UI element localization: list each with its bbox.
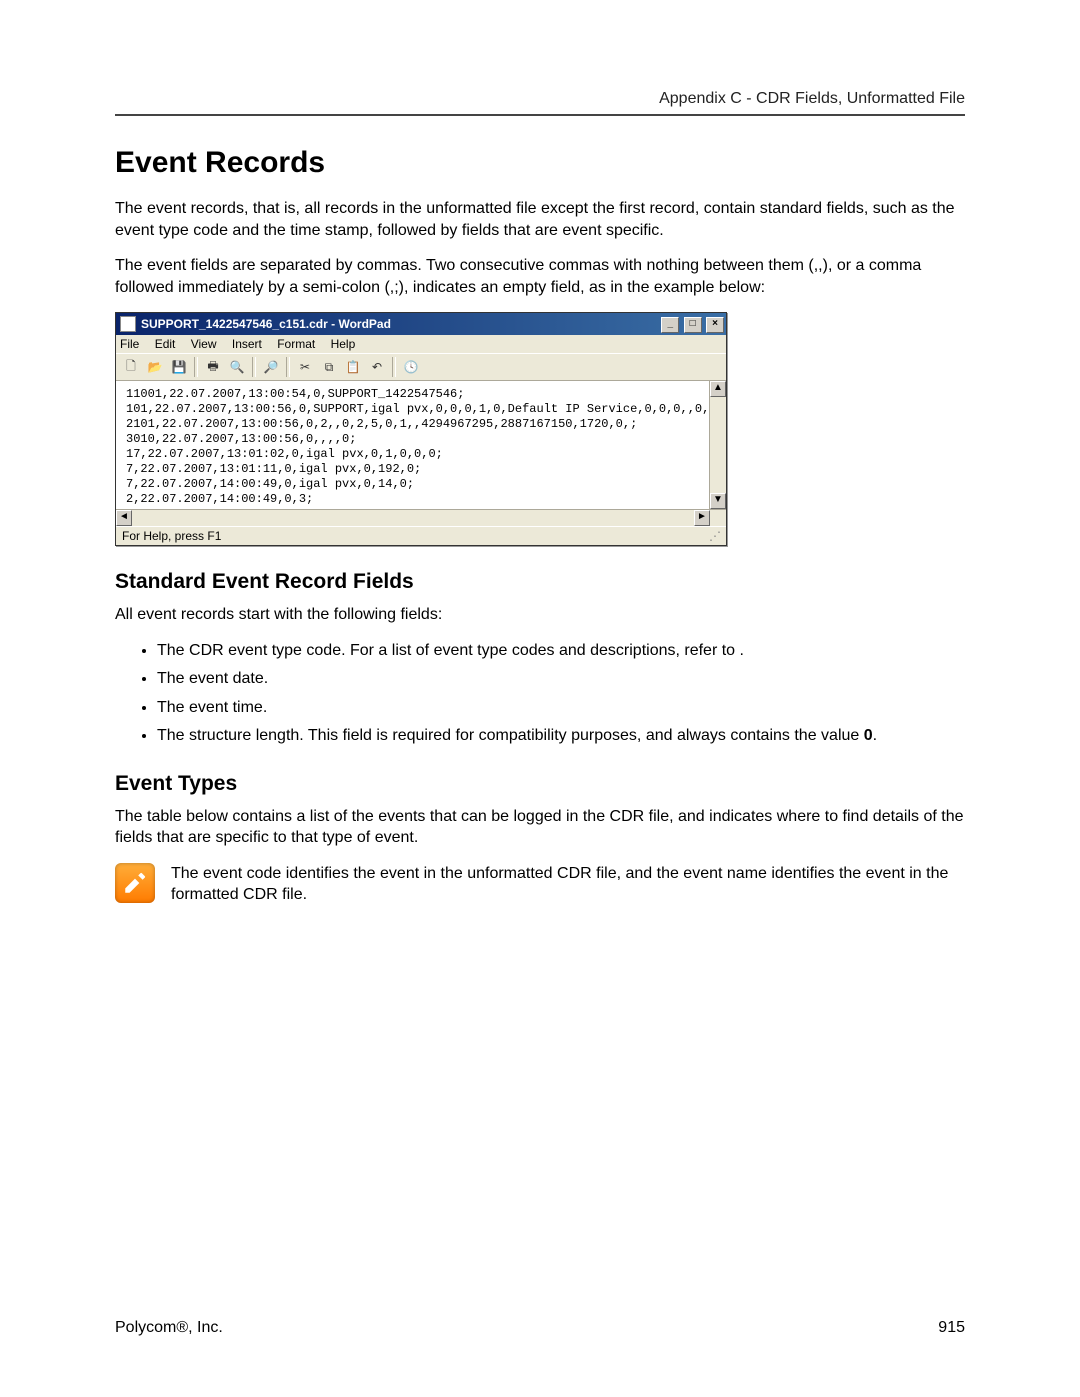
- print-icon[interactable]: 🖶: [202, 356, 224, 378]
- scroll-left-icon[interactable]: ◄: [116, 510, 132, 526]
- section-standard-fields-heading: Standard Event Record Fields: [115, 570, 965, 594]
- menu-edit[interactable]: Edit: [155, 337, 176, 351]
- list-item-text: The structure length. This field is requ…: [157, 727, 877, 744]
- menu-help[interactable]: Help: [331, 337, 356, 351]
- note-callout: The event code identifies the event in t…: [115, 863, 965, 906]
- undo-icon[interactable]: ↶: [366, 356, 388, 378]
- cut-icon[interactable]: ✂: [294, 356, 316, 378]
- section-standard-fields-intro: All event records start with the followi…: [115, 604, 965, 626]
- page-footer: Polycom®, Inc. 915: [115, 1319, 965, 1337]
- open-icon[interactable]: 📂: [144, 356, 166, 378]
- find-icon[interactable]: 🔎: [260, 356, 282, 378]
- wordpad-text-area[interactable]: 11001,22.07.2007,13:00:54,0,SUPPORT_1422…: [116, 381, 726, 509]
- footer-page-number: 915: [938, 1319, 965, 1337]
- wordpad-app-icon: [120, 316, 136, 332]
- toolbar-separator: [286, 357, 290, 377]
- window-minimize-button[interactable]: _: [661, 317, 679, 333]
- paste-icon[interactable]: 📋: [342, 356, 364, 378]
- datetime-icon[interactable]: 🕓: [400, 356, 422, 378]
- section-event-types-heading: Event Types: [115, 772, 965, 796]
- toolbar-separator: [392, 357, 396, 377]
- menu-insert[interactable]: Insert: [232, 337, 262, 351]
- page-title: Event Records: [115, 146, 965, 180]
- header-divider: [115, 114, 965, 116]
- vertical-scrollbar[interactable]: ▲ ▼: [709, 381, 726, 509]
- menu-file[interactable]: File: [120, 337, 139, 351]
- window-maximize-button[interactable]: □: [684, 317, 702, 333]
- wordpad-title-text: SUPPORT_1422547546_c151.cdr - WordPad: [141, 317, 660, 331]
- note-icon: [115, 863, 155, 903]
- list-item: The event time.: [157, 697, 965, 719]
- wordpad-titlebar: SUPPORT_1422547546_c151.cdr - WordPad _ …: [116, 313, 726, 335]
- print-preview-icon[interactable]: 🔍: [226, 356, 248, 378]
- new-icon[interactable]: 🗋: [120, 356, 142, 378]
- section-event-types-intro: The table below contains a list of the e…: [115, 806, 965, 849]
- intro-para-2: The event fields are separated by commas…: [115, 255, 965, 298]
- note-text: The event code identifies the event in t…: [171, 863, 965, 906]
- wordpad-toolbar: 🗋 📂 💾 🖶 🔍 🔎 ✂ ⧉ 📋 ↶ 🕓: [116, 353, 726, 381]
- toolbar-separator: [194, 357, 198, 377]
- scroll-down-icon[interactable]: ▼: [710, 493, 726, 509]
- page-header-right: Appendix C - CDR Fields, Unformatted Fil…: [115, 90, 965, 108]
- list-item: The structure length. This field is requ…: [157, 725, 965, 747]
- resize-grip-icon[interactable]: ⋰: [709, 529, 720, 543]
- wordpad-menubar: File Edit View Insert Format Help: [116, 335, 726, 353]
- wordpad-window: SUPPORT_1422547546_c151.cdr - WordPad _ …: [115, 312, 727, 546]
- status-text: For Help, press F1: [122, 529, 221, 543]
- footer-company: Polycom®, Inc.: [115, 1319, 223, 1337]
- scroll-right-icon[interactable]: ►: [694, 510, 710, 526]
- toolbar-separator: [252, 357, 256, 377]
- standard-fields-list: The CDR event type code. For a list of e…: [115, 640, 965, 748]
- menu-view[interactable]: View: [191, 337, 217, 351]
- scroll-up-icon[interactable]: ▲: [710, 381, 726, 397]
- save-icon[interactable]: 💾: [168, 356, 190, 378]
- copy-icon[interactable]: ⧉: [318, 356, 340, 378]
- list-item: The CDR event type code. For a list of e…: [157, 640, 965, 662]
- wordpad-statusbar: For Help, press F1 ⋰: [116, 526, 726, 545]
- list-item: The event date.: [157, 668, 965, 690]
- intro-para-1: The event records, that is, all records …: [115, 198, 965, 241]
- window-close-button[interactable]: ×: [706, 317, 724, 333]
- horizontal-scrollbar[interactable]: ◄ ►: [116, 509, 726, 526]
- menu-format[interactable]: Format: [277, 337, 315, 351]
